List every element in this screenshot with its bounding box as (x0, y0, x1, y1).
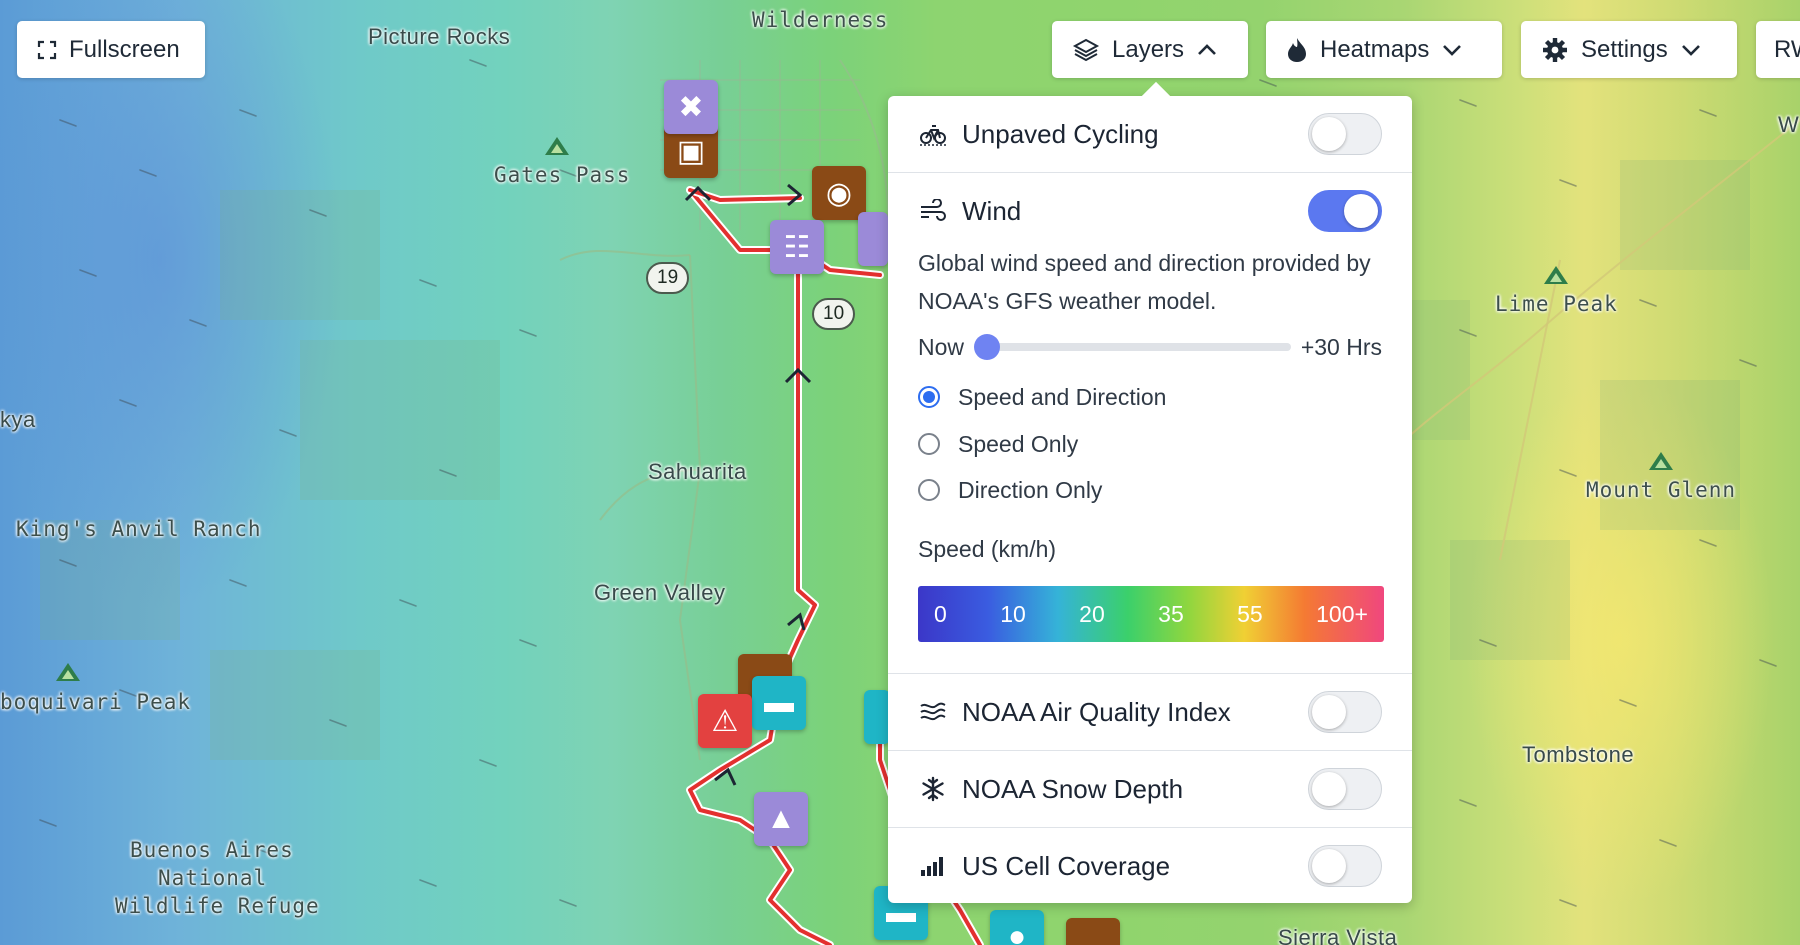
radio-speed-only[interactable]: Speed Only (918, 427, 1078, 461)
chevron-up-icon (1198, 43, 1216, 55)
route-shield-19: 19 (646, 262, 690, 294)
layer-row-air-quality[interactable]: NOAA Air Quality Index (888, 674, 1412, 750)
poi-marker-restaurant-icon[interactable]: ✖ (664, 80, 718, 134)
radio-speed-and-direction[interactable]: Speed and Direction (918, 380, 1166, 414)
poi-marker-lodging-icon[interactable]: ▬ (752, 676, 806, 730)
peak-icon (1649, 452, 1673, 470)
bicycle-icon (918, 119, 948, 149)
settings-button[interactable]: Settings (1521, 21, 1737, 78)
map-label-w-edge: W (1778, 112, 1800, 137)
layer-label: US Cell Coverage (962, 850, 1171, 881)
map-label-boquivari-peak: boquivari Peak (0, 690, 192, 714)
scale-value: 55 (1237, 600, 1263, 627)
poi-marker-monument-icon[interactable]: ▲ (754, 792, 808, 846)
map-label-kya: kya (0, 407, 36, 432)
heatmaps-button[interactable]: Heatmaps (1266, 21, 1502, 78)
radio-button[interactable] (918, 479, 940, 501)
layer-label: Unpaved Cycling (962, 118, 1159, 149)
layer-row-cell-coverage[interactable]: US Cell Coverage (888, 828, 1412, 904)
chevron-down-icon (1681, 44, 1700, 56)
flame-icon (1288, 37, 1306, 62)
layer-label: NOAA Snow Depth (962, 773, 1184, 804)
layer-row-wind[interactable]: Wind (888, 173, 1412, 249)
scale-value: 0 (934, 600, 947, 627)
gear-icon (1543, 37, 1567, 62)
layer-label: NOAA Air Quality Index (962, 696, 1231, 727)
map-label-lime-peak: Lime Peak (1495, 292, 1618, 316)
route-shield-10: 10 (812, 298, 856, 330)
radio-direction-only[interactable]: Direction Only (918, 473, 1102, 507)
speed-scale-title: Speed (km/h) (918, 536, 1057, 562)
heatmaps-label: Heatmaps (1320, 35, 1430, 63)
peak-icon (1544, 266, 1568, 284)
map-label-sierra-vista: Sierra Vista (1278, 925, 1398, 945)
radio-button[interactable] (918, 433, 940, 455)
map-label-picture-rocks: Picture Rocks (368, 24, 511, 49)
fullscreen-icon (37, 40, 57, 59)
scale-value: 35 (1158, 600, 1184, 627)
radio-label: Direction Only (958, 476, 1103, 503)
scale-value: 10 (1000, 600, 1026, 627)
map-label-sahuarita: Sahuarita (648, 459, 747, 484)
wind-icon (918, 196, 948, 226)
fullscreen-button[interactable]: Fullscreen (17, 21, 205, 78)
map-label-kings-anvil-ranch: King's Anvil Ranch (16, 517, 262, 541)
signal-bars-icon (918, 851, 948, 881)
map-label-buenos-aires-national: National (158, 866, 268, 890)
unpaved-cycling-toggle[interactable] (1308, 113, 1382, 155)
layers-label: Layers (1112, 35, 1185, 63)
wind-time-slider-row: Now +30 Hrs (918, 330, 1382, 364)
layer-row-unpaved-cycling[interactable]: Unpaved Cycling (888, 96, 1412, 172)
air-quality-toggle[interactable] (1308, 691, 1382, 733)
snowflake-icon (918, 774, 948, 804)
map-label-buenos-aires: Buenos Aires (130, 838, 294, 862)
slider-start-label: Now (918, 333, 965, 360)
map-label-wildlife-refuge: Wildlife Refuge (115, 894, 320, 918)
map-label-wilderness: Wilderness (752, 8, 889, 32)
wind-description: Global wind speed and direction provided… (918, 250, 1371, 314)
chevron-down-icon (1443, 44, 1462, 56)
rw-label: RW (1774, 35, 1800, 63)
snow-depth-toggle[interactable] (1308, 768, 1382, 810)
slider-thumb[interactable] (974, 334, 1001, 360)
layers-panel: Unpaved Cycling Wind Global wind speed a… (888, 96, 1412, 903)
poi-marker-water-icon[interactable]: ● (990, 910, 1044, 945)
scale-value: 100+ (1316, 600, 1368, 627)
radio-button-selected[interactable] (918, 386, 940, 408)
peak-icon (56, 663, 80, 681)
scale-value: 20 (1079, 600, 1105, 627)
poi-marker-grocery-icon[interactable] (858, 212, 888, 266)
cell-coverage-toggle[interactable] (1308, 845, 1382, 887)
poi-marker-camera-icon[interactable]: ◉ (812, 166, 866, 220)
poi-marker-water-icon[interactable] (864, 690, 890, 744)
layers-button[interactable]: Layers (1052, 21, 1248, 78)
map-label-gates-pass: Gates Pass (494, 163, 631, 187)
poi-marker-warning-icon[interactable]: ⚠ (698, 694, 752, 748)
layers-icon (1072, 38, 1100, 61)
settings-label: Settings (1581, 35, 1668, 63)
rw-button[interactable]: RW (1756, 21, 1800, 78)
layer-label: Wind (962, 195, 1022, 226)
air-quality-icon (918, 697, 948, 727)
poi-marker-grocery-icon[interactable]: ☷ (770, 220, 824, 274)
map-label-tombstone: Tombstone (1522, 742, 1635, 767)
map-label-green-valley: Green Valley (594, 580, 726, 605)
radio-label: Speed Only (958, 430, 1079, 457)
map-label-mount-glenn: Mount Glenn (1586, 478, 1737, 502)
wind-speed-color-scale: 0 10 20 35 55 100+ (918, 586, 1384, 642)
slider-end-label: +30 Hrs (1300, 333, 1382, 360)
wind-time-slider[interactable] (974, 334, 1291, 360)
poi-marker-camp-icon[interactable] (1066, 918, 1120, 945)
peak-icon (545, 137, 569, 155)
wind-toggle[interactable] (1308, 190, 1382, 232)
radio-label: Speed and Direction (958, 383, 1167, 410)
layer-row-snow-depth[interactable]: NOAA Snow Depth (888, 751, 1412, 827)
fullscreen-label: Fullscreen (69, 35, 180, 63)
